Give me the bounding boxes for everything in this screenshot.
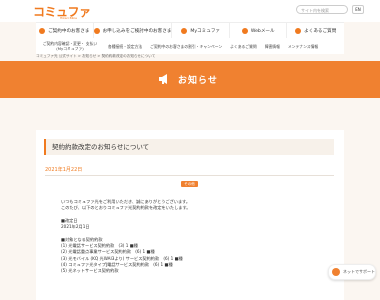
chat-support-button[interactable]: ネットでサポート xyxy=(328,264,376,280)
page-title: お知らせ xyxy=(178,76,218,86)
nav-item-label: ご契約中のお客さま xyxy=(48,28,90,34)
subnav-item[interactable]: ご契約内容確認・変更・ 支払い(Myコミュファ) xyxy=(36,41,104,51)
subnav-item[interactable]: ご契約中のお客さまの割引・キャンペーン xyxy=(146,44,226,49)
subnav-item[interactable]: 各種接続・設定方法 xyxy=(104,44,146,49)
article-date: 2021年1月22日 xyxy=(45,167,83,173)
divider xyxy=(45,175,334,176)
category-badge: その他 xyxy=(181,181,198,187)
megaphone-icon xyxy=(159,74,167,84)
user-icon xyxy=(181,27,188,34)
primary-nav: ご契約中のお客さま お申し込みをご検討中のお客さま Myコミュファ Webメール… xyxy=(36,22,344,39)
nav-item-my-commufa[interactable]: Myコミュファ xyxy=(172,23,230,38)
nav-item-webmail[interactable]: Webメール xyxy=(230,23,288,38)
article-title: 契約約款改定のお知らせについて xyxy=(44,139,334,155)
language-button[interactable]: EN xyxy=(352,5,364,14)
site-logo-sub: Hikari Bikie xyxy=(60,16,77,20)
nav-item-label: よくあるご質問 xyxy=(304,28,337,34)
nav-item-existing-customers[interactable]: ご契約中のお客さま xyxy=(36,23,94,38)
search-input[interactable]: サイト内を検索 xyxy=(296,5,348,14)
nav-item-faq[interactable]: よくあるご質問 xyxy=(287,23,344,38)
article-body: いつもコミュファ光をご利用いただき、誠にありがとうございます。 このたび、以下の… xyxy=(61,199,190,275)
nav-item-label: お申し込みをご検討中のお客さま xyxy=(102,28,172,34)
subnav-item[interactable]: 障害情報 xyxy=(261,44,284,49)
question-icon xyxy=(295,27,302,34)
site-header: コミュファ Hikari Bikie サイト内を検索 EN xyxy=(0,0,380,22)
breadcrumb[interactable]: コミュファ光 公式サイト > お知らせ > 契約約款改定のお知らせについて xyxy=(36,54,155,59)
person-icon xyxy=(39,27,46,34)
chat-label: ネットでサポート xyxy=(343,269,375,274)
chat-icon xyxy=(332,268,340,276)
nav-item-label: Myコミュファ xyxy=(190,28,221,34)
nav-item-prospective-customers[interactable]: お申し込みをご検討中のお客さま xyxy=(93,23,173,38)
body-line: このたび、以下のとおりコミュファ光契約約款を改定をいたします。 xyxy=(61,205,191,211)
nav-item-label: Webメール xyxy=(250,28,275,34)
page-banner: お知らせ xyxy=(0,61,380,98)
secondary-nav: ご契約内容確認・変更・ 支払い(Myコミュファ) 各種接続・設定方法 ご契約中の… xyxy=(36,38,344,54)
subnav-item[interactable]: よくあるご質問 xyxy=(226,44,261,49)
body-line[interactable]: (5) 光ネットサービス契約約款 xyxy=(61,268,190,274)
mail-icon xyxy=(241,27,248,34)
cart-icon xyxy=(93,27,100,34)
subnav-item[interactable]: メンテナンス情報 xyxy=(284,44,322,49)
